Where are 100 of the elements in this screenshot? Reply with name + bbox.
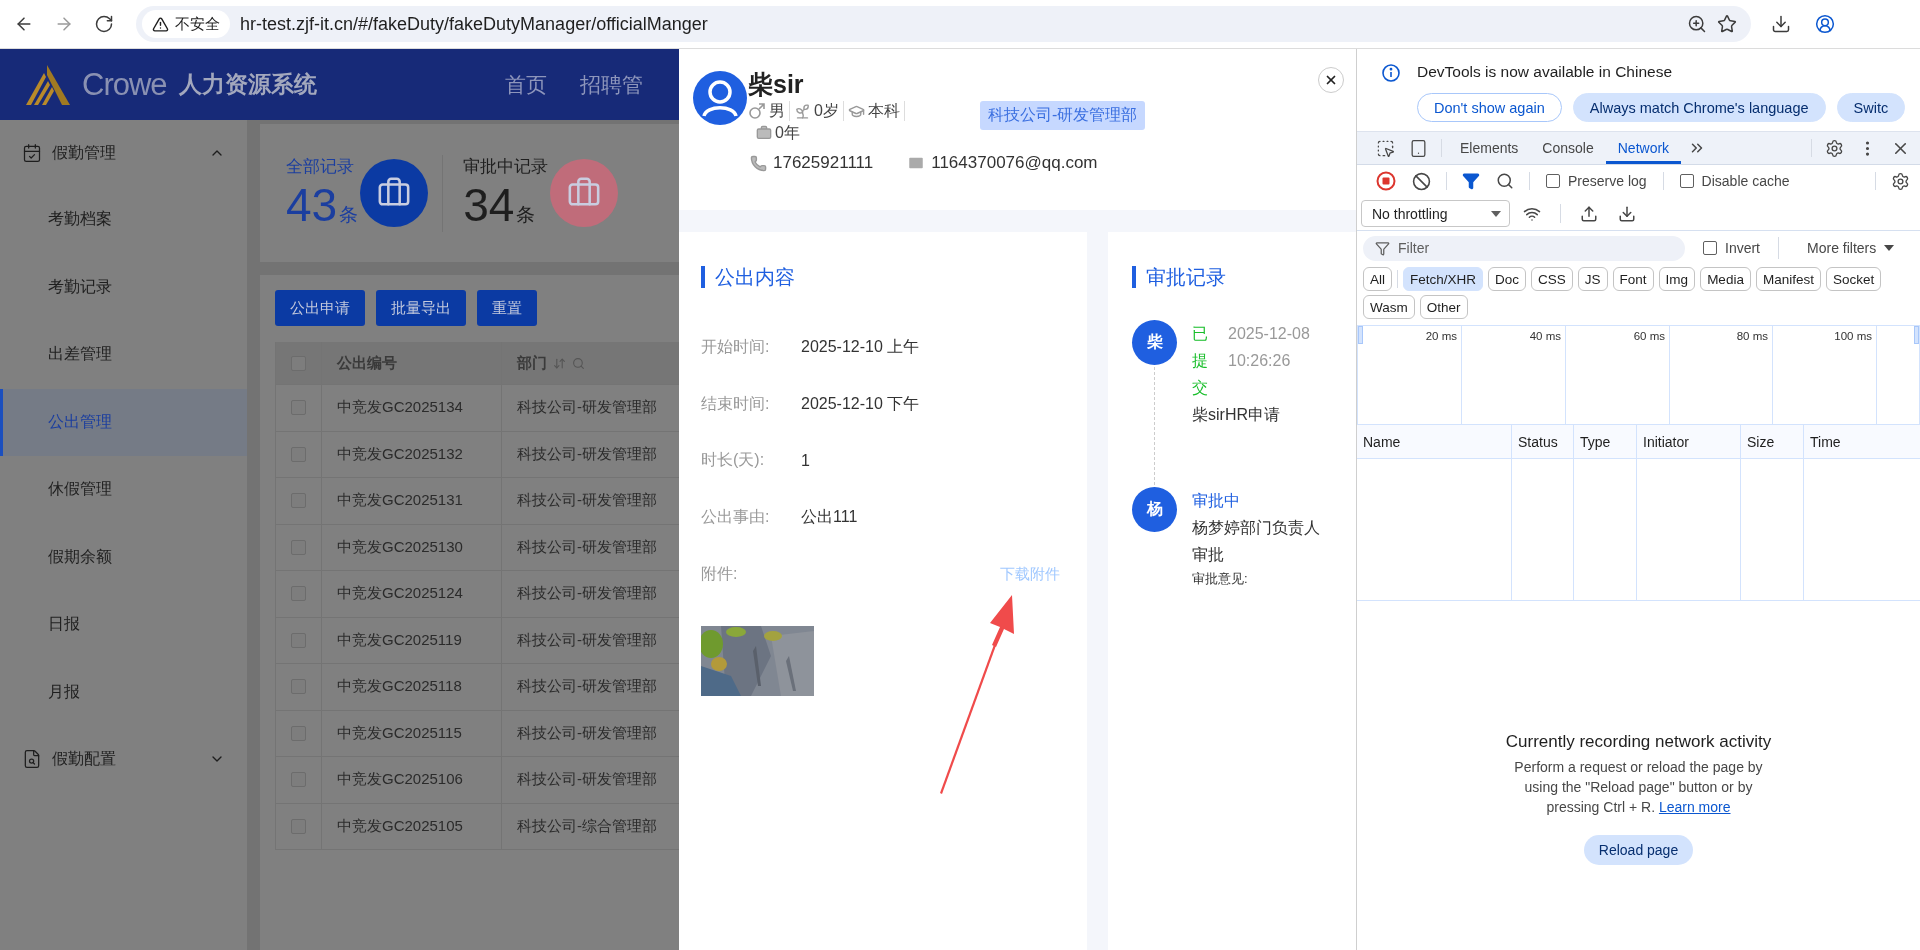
column-header[interactable]: Initiator	[1643, 433, 1689, 450]
menu-group[interactable]: 假勤管理	[0, 120, 247, 186]
nav-item[interactable]: 首页	[504, 70, 547, 99]
type-filter-chip[interactable]: Font	[1612, 267, 1654, 291]
checkbox-label: Invert	[1725, 240, 1760, 256]
table-cell: 中竞发GC2025131	[337, 491, 463, 511]
step-description: 杨梦婷部门负责人审批	[1192, 518, 1321, 565]
device-toolbar-icon[interactable]	[1409, 138, 1428, 158]
table-cell: 科技公司-研发管理部	[517, 723, 657, 743]
field-value: 2025-12-10 上午	[801, 336, 920, 357]
throttling-select[interactable]: No throttling	[1361, 200, 1510, 227]
table-cell: 中竞发GC2025105	[337, 816, 463, 836]
table-cell: 科技公司-研发管理部	[517, 444, 657, 464]
type-filter-chip[interactable]: All	[1363, 267, 1392, 291]
checkbox-option[interactable]: Disable cache	[1671, 165, 1798, 197]
zoom-icon[interactable]	[1687, 14, 1707, 34]
reload-icon[interactable]	[94, 14, 114, 34]
field-label: 开始时间:	[701, 336, 771, 357]
type-filter-chip[interactable]: Socket	[1825, 267, 1882, 291]
tick-label: 60 ms	[1633, 330, 1665, 344]
column-header[interactable]: Size	[1747, 433, 1775, 450]
approver-avatar: 柴	[1132, 320, 1177, 365]
action-button[interactable]: 公出申请	[275, 290, 365, 326]
learn-more-link[interactable]: Learn more	[1658, 799, 1731, 815]
menu-group[interactable]: 假勤配置	[0, 726, 247, 792]
type-filter-chip[interactable]: Media	[1700, 267, 1751, 291]
menu-item[interactable]: 考勤记录	[0, 253, 247, 321]
checkbox[interactable]	[1703, 241, 1717, 255]
field-value: 公出111	[801, 506, 858, 527]
approver-avatar: 杨	[1132, 487, 1177, 532]
type-filter-chip[interactable]: Fetch/XHR	[1403, 267, 1484, 291]
devtools-tab[interactable]: Elements	[1448, 132, 1531, 164]
male-icon	[748, 102, 766, 120]
banner-button[interactable]: Switc	[1836, 93, 1906, 122]
checkbox-option[interactable]: Invert	[1695, 240, 1768, 256]
close-button[interactable]	[1318, 67, 1344, 93]
download-icon[interactable]	[1771, 14, 1791, 34]
table-cell: 中竞发GC2025130	[337, 537, 463, 557]
field-label: 结束时间:	[701, 393, 771, 414]
devtools-tab[interactable]: Network	[1605, 132, 1682, 164]
checkbox-option[interactable]: Preserve log	[1538, 165, 1655, 197]
column-header[interactable]: Time	[1810, 433, 1841, 450]
table-cell: 中竞发GC2025115	[337, 723, 462, 743]
type-filter-chip[interactable]: Wasm	[1363, 295, 1415, 319]
type-filter-chip[interactable]: JS	[1577, 267, 1608, 291]
range-handle[interactable]	[1914, 326, 1919, 344]
column-header[interactable]: Name	[1363, 433, 1401, 450]
profile-icon[interactable]	[1815, 14, 1835, 34]
security-chip[interactable]: 不安全	[142, 10, 230, 38]
menu-item[interactable]: 出差管理	[0, 321, 247, 389]
action-button[interactable]: 批量导出	[376, 290, 466, 326]
menu-item[interactable]: 考勤档案	[0, 186, 247, 254]
stat-label[interactable]: 审批中记录	[463, 154, 549, 178]
checkbox[interactable]	[1546, 174, 1560, 188]
type-filter-chip[interactable]: Img	[1658, 267, 1696, 291]
more-filters-button[interactable]: More filters	[1799, 240, 1903, 256]
filter-field[interactable]: Filter	[1363, 235, 1685, 261]
bookmark-star-icon[interactable]	[1717, 14, 1737, 34]
filter-icon[interactable]	[1462, 172, 1480, 190]
banner-button[interactable]: Always match Chrome's language	[1572, 93, 1826, 122]
type-filter-chip[interactable]: CSS	[1531, 267, 1573, 291]
address-bar[interactable]: 不安全 hr-test.zjf-it.cn/#/fakeDuty/fakeDutyManager/officialManger	[136, 6, 1751, 42]
menu-item[interactable]: 日报	[0, 591, 247, 659]
avatar-icon	[692, 70, 748, 126]
import-icon[interactable]	[1580, 204, 1598, 223]
tick-label: 80 ms	[1736, 330, 1768, 344]
clear-icon[interactable]	[1412, 171, 1431, 191]
inspect-icon[interactable]	[1376, 138, 1395, 158]
type-filter-chip[interactable]: Manifest	[1755, 267, 1821, 291]
nav-item[interactable]: 招聘管	[579, 70, 643, 99]
department-tag: 科技公司-研发管理部	[980, 101, 1146, 130]
empty-title: Currently recording network activity	[1505, 732, 1772, 752]
reload-page-button[interactable]: Reload page	[1583, 835, 1694, 865]
record-icon[interactable]	[1376, 171, 1396, 191]
table-cell: 科技公司-研发管理部	[517, 677, 657, 697]
column-header[interactable]: Status	[1518, 433, 1558, 450]
export-icon[interactable]	[1618, 204, 1636, 223]
table-cell: 中竞发GC2025134	[337, 398, 463, 418]
action-button[interactable]: 重置	[477, 290, 537, 326]
caret-icon	[1491, 210, 1501, 217]
table-cell: 科技公司-综合管理部	[517, 816, 657, 836]
checkbox[interactable]	[1679, 174, 1694, 188]
range-handle[interactable]	[1358, 326, 1363, 344]
settings-icon[interactable]	[1891, 171, 1910, 191]
tick-label: 100 ms	[1834, 330, 1872, 344]
type-filter-chip[interactable]: Other	[1419, 295, 1468, 319]
banner-message: DevTools is now available in Chinese	[1417, 62, 1674, 82]
step-status: 审批中	[1192, 491, 1240, 511]
banner-button[interactable]: Don't show again	[1417, 93, 1562, 122]
settings-icon[interactable]	[1825, 138, 1844, 158]
field-value: 1	[801, 451, 810, 470]
menu-item[interactable]: 月报	[0, 658, 247, 726]
type-filter-chip[interactable]: Doc	[1488, 267, 1527, 291]
menu-item[interactable]: 假期余额	[0, 523, 247, 591]
menu-item[interactable]: 休假管理	[0, 456, 247, 524]
empty-text: Perform a request or reload the page by using the "Reload page" button or by pressing Ctrl + R. Learn more	[1513, 758, 1764, 817]
devtools-tab[interactable]: Console	[1530, 132, 1606, 164]
step-time: 2025-12-08 10:26:26	[1228, 324, 1311, 371]
column-header[interactable]: Type	[1580, 433, 1611, 450]
search-icon[interactable]	[1496, 172, 1514, 190]
